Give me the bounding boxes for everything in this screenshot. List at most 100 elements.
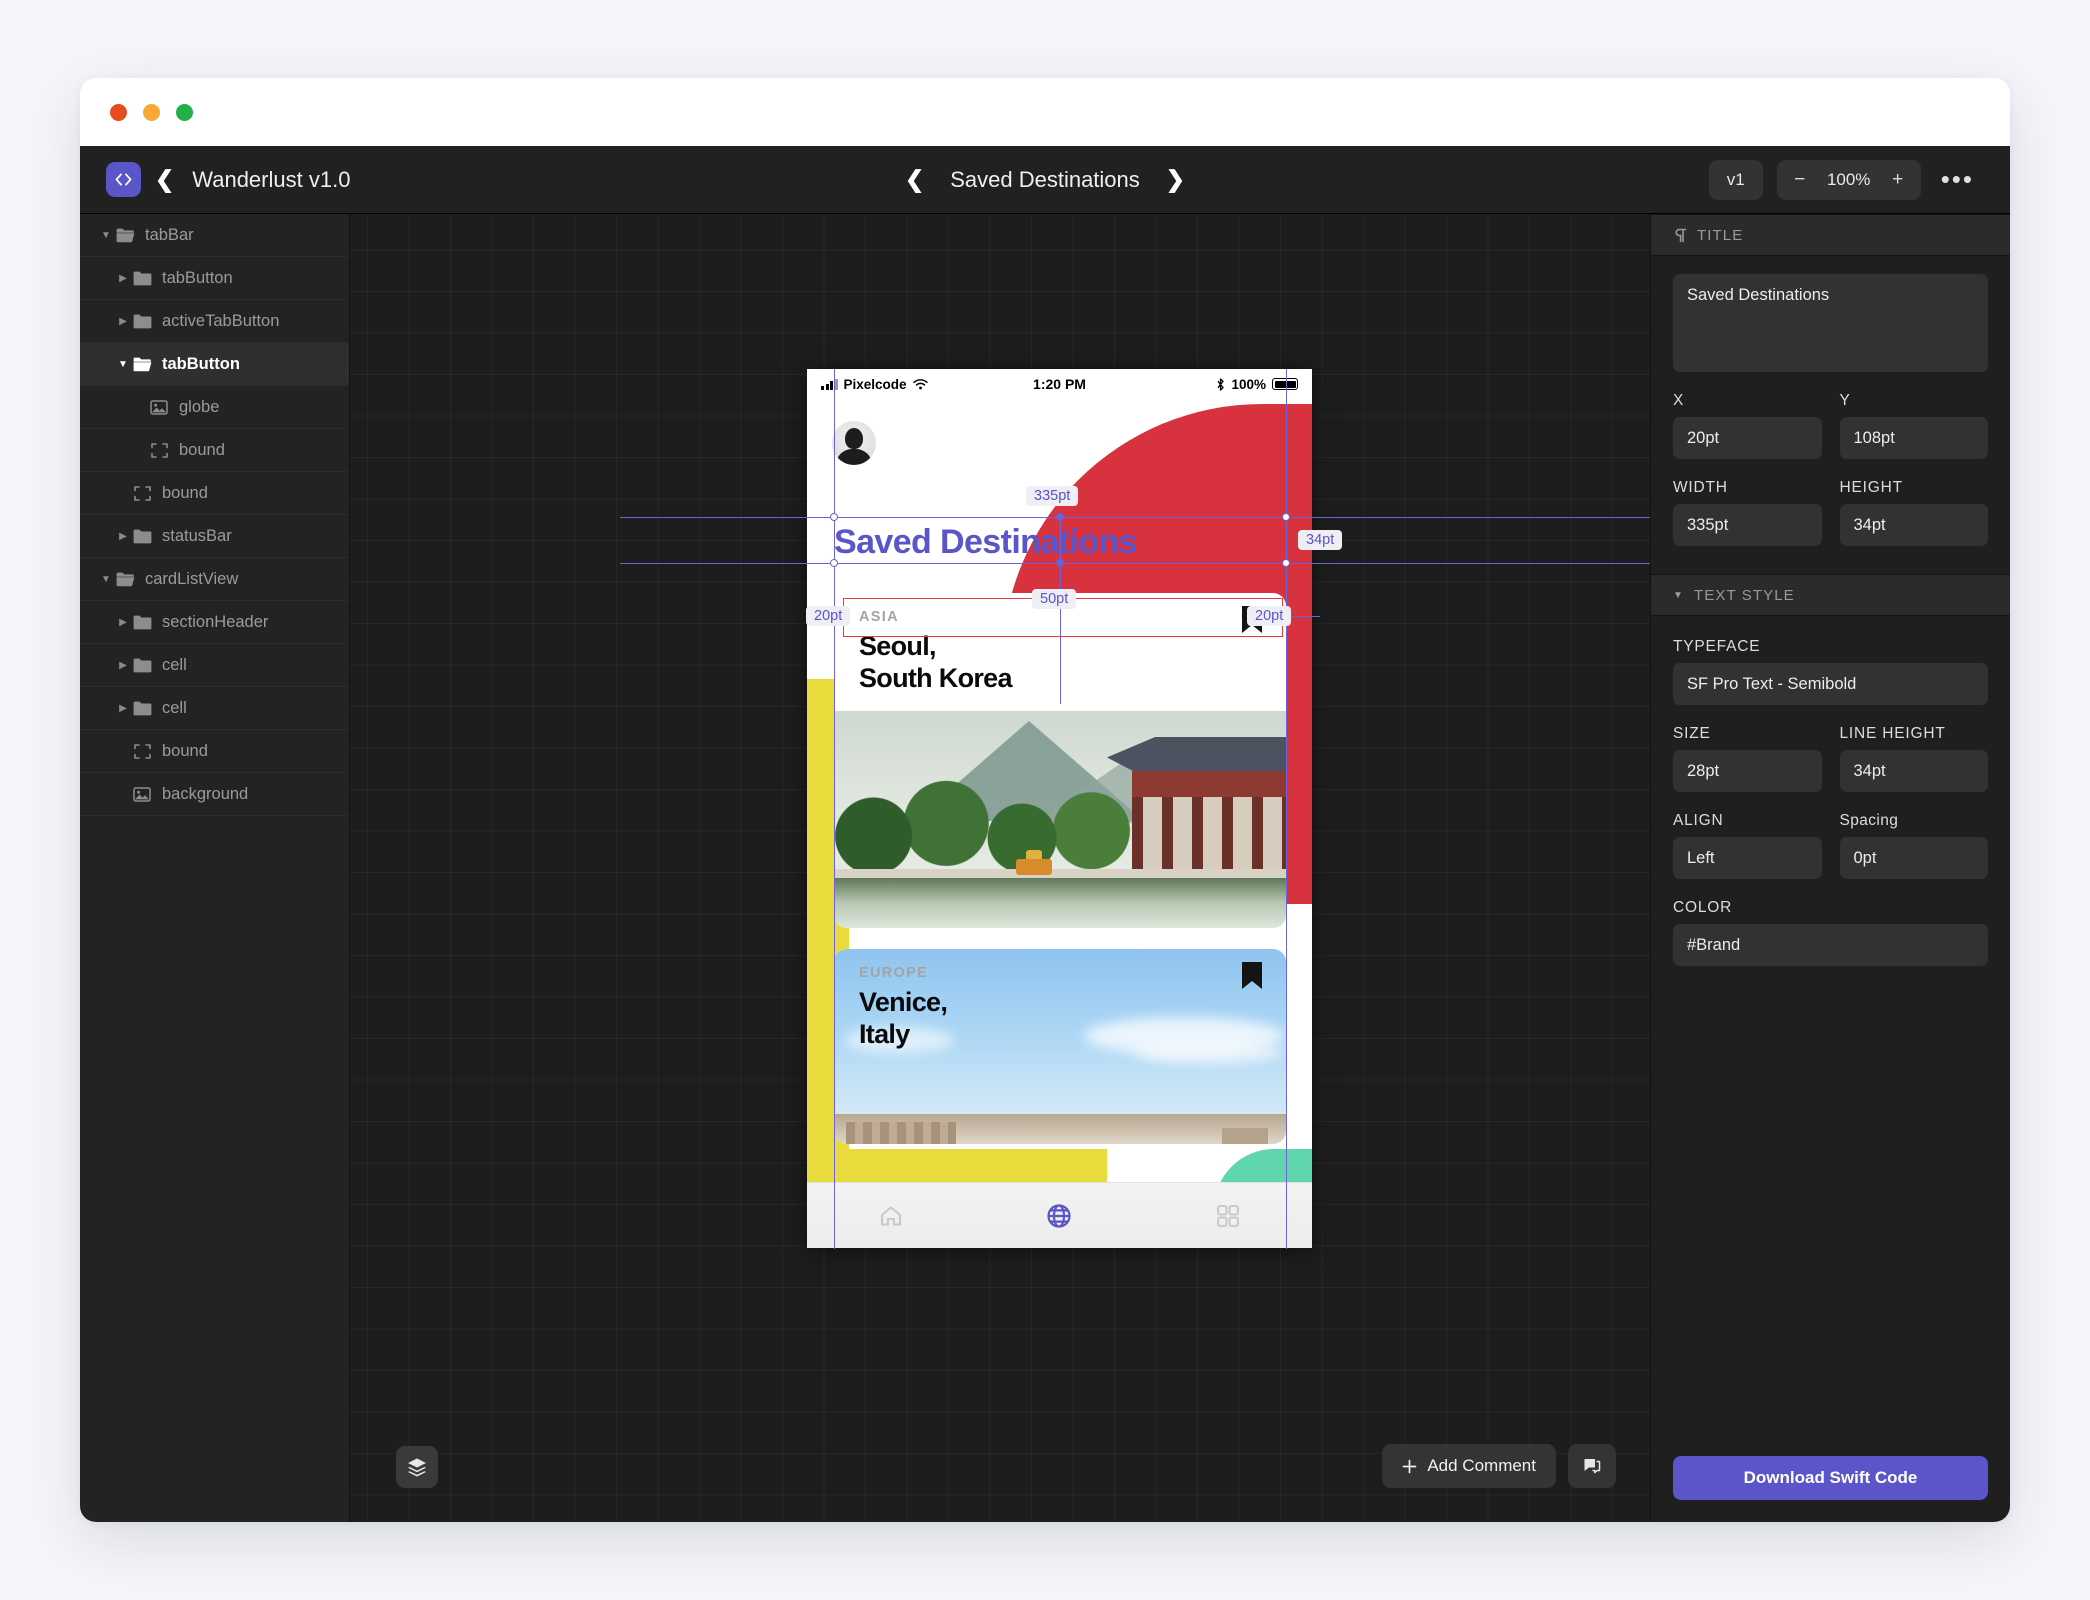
- height-label: HEIGHT: [1839, 479, 1903, 496]
- selection-handle-bl[interactable]: [830, 559, 838, 567]
- text-style-section-header[interactable]: ▼ TEXT STYLE: [1651, 574, 2010, 616]
- selection-handle-bc[interactable]: [1056, 559, 1064, 567]
- card-venice[interactable]: EUROPE Venice, Italy: [834, 949, 1286, 1144]
- add-comment-button[interactable]: Add Comment: [1382, 1444, 1556, 1488]
- more-options-icon[interactable]: •••: [1935, 166, 1980, 191]
- layer-row-tabbutton-1[interactable]: ▶ tabButton: [80, 257, 349, 300]
- project-name: Wanderlust v1.0: [192, 166, 351, 192]
- prev-screen-icon[interactable]: ❮: [905, 168, 924, 191]
- layer-row-cell-10[interactable]: ▶ cell: [80, 644, 349, 687]
- typeface-input[interactable]: SF Pro Text - Semibold: [1673, 663, 1988, 705]
- size-label: SIZE: [1673, 725, 1711, 742]
- layers-toggle-button[interactable]: [396, 1446, 438, 1488]
- right-inset-badge: 20pt: [1247, 606, 1292, 626]
- title-section-body: Saved Destinations X 20pt Y 108pt WIDTH …: [1651, 256, 2010, 552]
- selection-handle-tc[interactable]: [1056, 513, 1064, 521]
- card-seoul[interactable]: ASIA Seoul, South Korea: [834, 593, 1286, 928]
- tab-grid[interactable]: [1196, 1203, 1260, 1229]
- typeface-label: TYPEFACE: [1673, 638, 1761, 655]
- layer-tree-panel: ▼ tabBar ▶ tabButton ▶ activeTabButton ▼ tabBut…: [80, 214, 350, 1522]
- layer-row-globe-4[interactable]: globe: [80, 386, 349, 429]
- layers-icon: [408, 1458, 426, 1477]
- status-right: 100%: [1216, 377, 1298, 392]
- x-input[interactable]: 20pt: [1673, 417, 1822, 459]
- selection-handle-tl[interactable]: [830, 513, 838, 521]
- comment-icon: [1584, 1459, 1601, 1474]
- folder-icon: [131, 313, 153, 329]
- twisty-right-icon[interactable]: ▶: [115, 273, 131, 284]
- tab-globe[interactable]: [1027, 1202, 1091, 1230]
- toolbar-left-group: ❮ Wanderlust v1.0: [80, 162, 350, 197]
- align-input[interactable]: Left: [1673, 837, 1822, 879]
- layer-row-background-13[interactable]: background: [80, 773, 349, 816]
- twisty-down-icon[interactable]: ▼: [115, 359, 131, 370]
- twisty-right-icon[interactable]: ▶: [115, 316, 131, 327]
- tab-home[interactable]: [859, 1203, 923, 1229]
- layer-row-tabbutton-3[interactable]: ▼ tabButton: [80, 343, 349, 386]
- zoom-out-button[interactable]: −: [1783, 163, 1817, 197]
- x-label: X: [1673, 392, 1684, 409]
- card-kicker: EUROPE: [859, 965, 929, 981]
- layer-row-bound-6[interactable]: bound: [80, 472, 349, 515]
- bookmark-icon[interactable]: [1242, 962, 1262, 989]
- color-input[interactable]: #Brand: [1673, 924, 1988, 966]
- design-canvas[interactable]: Pixelcode 1:20 PM 100% Saved Destination…: [350, 214, 1650, 1522]
- layer-row-activetabbutton-2[interactable]: ▶ activeTabButton: [80, 300, 349, 343]
- layer-row-bound-12[interactable]: bound: [80, 730, 349, 773]
- download-swift-code-button[interactable]: Download Swift Code: [1673, 1456, 1988, 1500]
- width-badge: 335pt: [1026, 486, 1079, 506]
- folder-icon: [131, 657, 153, 673]
- layer-name: cell: [162, 698, 187, 717]
- layer-name: cardListView: [145, 569, 239, 588]
- next-screen-icon[interactable]: ❯: [1166, 168, 1185, 191]
- spacing-input[interactable]: 0pt: [1839, 837, 1988, 879]
- size-input[interactable]: 28pt: [1673, 750, 1822, 792]
- folder-icon: [131, 700, 153, 716]
- twisty-right-icon[interactable]: ▶: [115, 531, 131, 542]
- zoom-button[interactable]: [176, 103, 193, 121]
- battery-percent-label: 100%: [1231, 376, 1266, 392]
- zoom-level-value: 100%: [1826, 169, 1871, 189]
- paragraph-icon: [1673, 228, 1687, 243]
- card-title-line2: Italy: [859, 1018, 910, 1049]
- title-text-input[interactable]: Saved Destinations: [1673, 274, 1988, 372]
- layer-row-statusbar-7[interactable]: ▶ statusBar: [80, 515, 349, 558]
- folder-icon: [131, 270, 153, 286]
- title-section-header[interactable]: TITLE: [1651, 214, 2010, 256]
- card-title-line1: Seoul,: [859, 631, 937, 661]
- zoom-in-button[interactable]: +: [1881, 163, 1915, 197]
- layer-row-cell-11[interactable]: ▶ cell: [80, 687, 349, 730]
- selection-handle-br[interactable]: [1282, 559, 1290, 567]
- layer-name: cell: [162, 655, 187, 674]
- palace-building: [1107, 737, 1286, 887]
- avatar[interactable]: [832, 421, 876, 465]
- text-style-section-label: TEXT STYLE: [1694, 586, 1795, 604]
- twisty-right-icon[interactable]: ▶: [115, 617, 131, 628]
- version-selector[interactable]: v1: [1708, 159, 1763, 200]
- layer-name: bound: [162, 741, 208, 760]
- minimize-button[interactable]: [143, 103, 160, 121]
- plus-icon: [1402, 1459, 1417, 1473]
- twisty-right-icon[interactable]: ▶: [115, 703, 131, 714]
- layer-row-tabbar-0[interactable]: ▼ tabBar: [80, 214, 349, 257]
- code-brackets-icon[interactable]: [106, 162, 141, 197]
- app-toolbar: ❮ Wanderlust v1.0 ❮ Saved Destinations ❯…: [80, 146, 2010, 214]
- comment-list-button[interactable]: [1568, 1444, 1616, 1488]
- twisty-down-icon[interactable]: ▼: [98, 230, 114, 241]
- spacing-label: Spacing: [1839, 812, 1899, 829]
- layer-row-sectionheader-9[interactable]: ▶ sectionHeader: [80, 601, 349, 644]
- layer-row-cardlistview-8[interactable]: ▼ cardListView: [80, 558, 349, 601]
- chevron-left-icon[interactable]: ❮: [155, 168, 174, 191]
- width-input[interactable]: 335pt: [1673, 504, 1822, 546]
- close-button[interactable]: [110, 103, 127, 121]
- bound-icon: [131, 743, 153, 759]
- layer-name: statusBar: [162, 526, 232, 545]
- selection-handle-tr[interactable]: [1282, 513, 1290, 521]
- twisty-right-icon[interactable]: ▶: [115, 660, 131, 671]
- height-input[interactable]: 34pt: [1839, 504, 1988, 546]
- layer-row-bound-5[interactable]: bound: [80, 429, 349, 472]
- twisty-down-icon[interactable]: ▼: [98, 574, 114, 585]
- y-input[interactable]: 108pt: [1839, 417, 1988, 459]
- card-title-line1: Venice,: [859, 987, 948, 1017]
- line-height-input[interactable]: 34pt: [1839, 750, 1988, 792]
